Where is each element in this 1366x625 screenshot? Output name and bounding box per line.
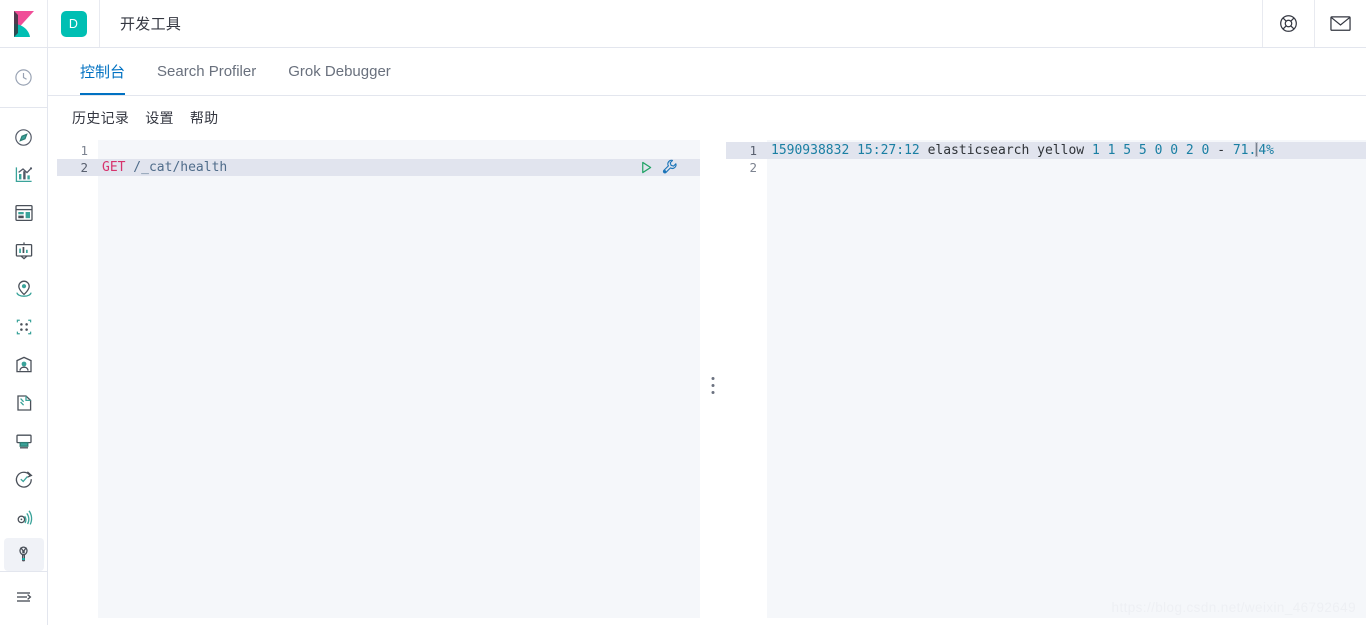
response-status: yellow [1037, 143, 1085, 158]
response-unassign: 2 [1185, 143, 1194, 158]
sidebar-item-machine-learning[interactable] [4, 311, 44, 344]
request-gutter: 1 2 [57, 140, 98, 618]
response-code-line [767, 159, 1366, 176]
response-gutter: 1 2 [726, 140, 767, 618]
sidebar-item-apm[interactable] [4, 424, 44, 457]
http-method: GET [102, 160, 126, 175]
tab-search-profiler[interactable]: Search Profiler [141, 48, 272, 95]
tab-search-profiler-label: Search Profiler [157, 63, 257, 80]
response-pri: 5 [1138, 143, 1147, 158]
response-code-line: 1590938832 15:27:12 elasticsearch yellow… [767, 142, 1366, 159]
request-code-line: GET /_cat/health [98, 159, 700, 176]
text-cursor [1255, 142, 1259, 157]
space-badge-wrap[interactable]: D [48, 0, 100, 47]
primary-navigation [0, 48, 48, 625]
response-line-number: 2 [749, 160, 757, 175]
response-epoch: 1590938832 [771, 143, 850, 158]
watermark: https://blog.csdn.net/weixin_46792649 [1111, 600, 1356, 615]
sidebar-item-uptime[interactable] [4, 462, 44, 495]
request-path: /_cat/health [125, 160, 228, 175]
response-editor[interactable]: 1 2 1590938832 15:27:12 elasticsearch ye… [726, 140, 1366, 618]
top-header: D 开发工具 [0, 0, 1366, 48]
response-timestamp: 15:27:12 [857, 143, 920, 158]
tab-grok-debugger[interactable]: Grok Debugger [272, 48, 407, 95]
sidebar-item-logs[interactable] [4, 386, 44, 419]
response-max-task-wait-time: - [1217, 143, 1226, 158]
response-cluster: elasticsearch [927, 143, 1030, 158]
console-submenu: 历史记录 设置 帮助 [48, 96, 1366, 140]
help-lifebuoy-icon[interactable] [1262, 0, 1314, 47]
sidebar-item-canvas[interactable] [4, 235, 44, 268]
console-editors: 1 2 GET /_cat/health 1 2 1590938832 15:2… [57, 140, 1366, 618]
kibana-logo-icon[interactable] [0, 0, 48, 47]
submenu-help[interactable]: 帮助 [182, 108, 227, 128]
play-triangle-icon[interactable] [639, 160, 654, 180]
request-actions [639, 159, 678, 180]
submenu-history[interactable]: 历史记录 [64, 108, 137, 128]
submenu-settings[interactable]: 设置 [137, 108, 182, 128]
sidebar-item-siem[interactable] [4, 500, 44, 533]
collapse-nav-icon[interactable] [4, 580, 44, 613]
response-active-shards-percent-tail: 4% [1258, 143, 1274, 158]
response-shards: 5 [1123, 143, 1132, 158]
response-active-shards-percent-head: 71. [1232, 143, 1257, 158]
dev-tools-tabs: 控制台 Search Profiler Grok Debugger [48, 48, 1366, 96]
space-badge[interactable]: D [60, 10, 87, 37]
sidebar-item-dashboard[interactable] [4, 197, 44, 230]
editor-splitter[interactable] [700, 140, 726, 618]
request-code-area[interactable]: GET /_cat/health [98, 140, 700, 618]
response-node-total: 1 [1091, 143, 1100, 158]
header-actions [1262, 0, 1366, 47]
drag-handle-dots-icon[interactable] [711, 377, 715, 394]
response-line-number: 1 [726, 142, 767, 159]
tab-console-label: 控制台 [80, 64, 126, 81]
tab-grok-debugger-label: Grok Debugger [288, 63, 391, 80]
page-title: 开发工具 [120, 16, 182, 33]
sidebar-item-dev-tools[interactable] [3, 538, 44, 572]
request-line-number: 2 [57, 159, 98, 176]
sidebar-item-visualize[interactable] [4, 159, 44, 192]
response-code-area[interactable]: 1590938832 15:27:12 elasticsearch yellow… [767, 140, 1366, 618]
request-editor[interactable]: 1 2 GET /_cat/health [57, 140, 700, 618]
sidebar-item-discover[interactable] [4, 121, 44, 154]
sidebar-item-infrastructure[interactable] [4, 349, 44, 382]
nav-divider-bottom [0, 571, 48, 573]
sidebar-item-recently-viewed[interactable] [4, 61, 44, 94]
wrench-icon[interactable] [662, 159, 678, 180]
sidebar-item-maps[interactable] [4, 273, 44, 306]
request-line-number: 1 [80, 143, 88, 158]
envelope-icon[interactable] [1314, 0, 1366, 47]
tab-console[interactable]: 控制台 [64, 48, 141, 95]
request-code-line [98, 142, 700, 159]
response-init: 0 [1170, 143, 1179, 158]
nav-divider [0, 106, 48, 108]
